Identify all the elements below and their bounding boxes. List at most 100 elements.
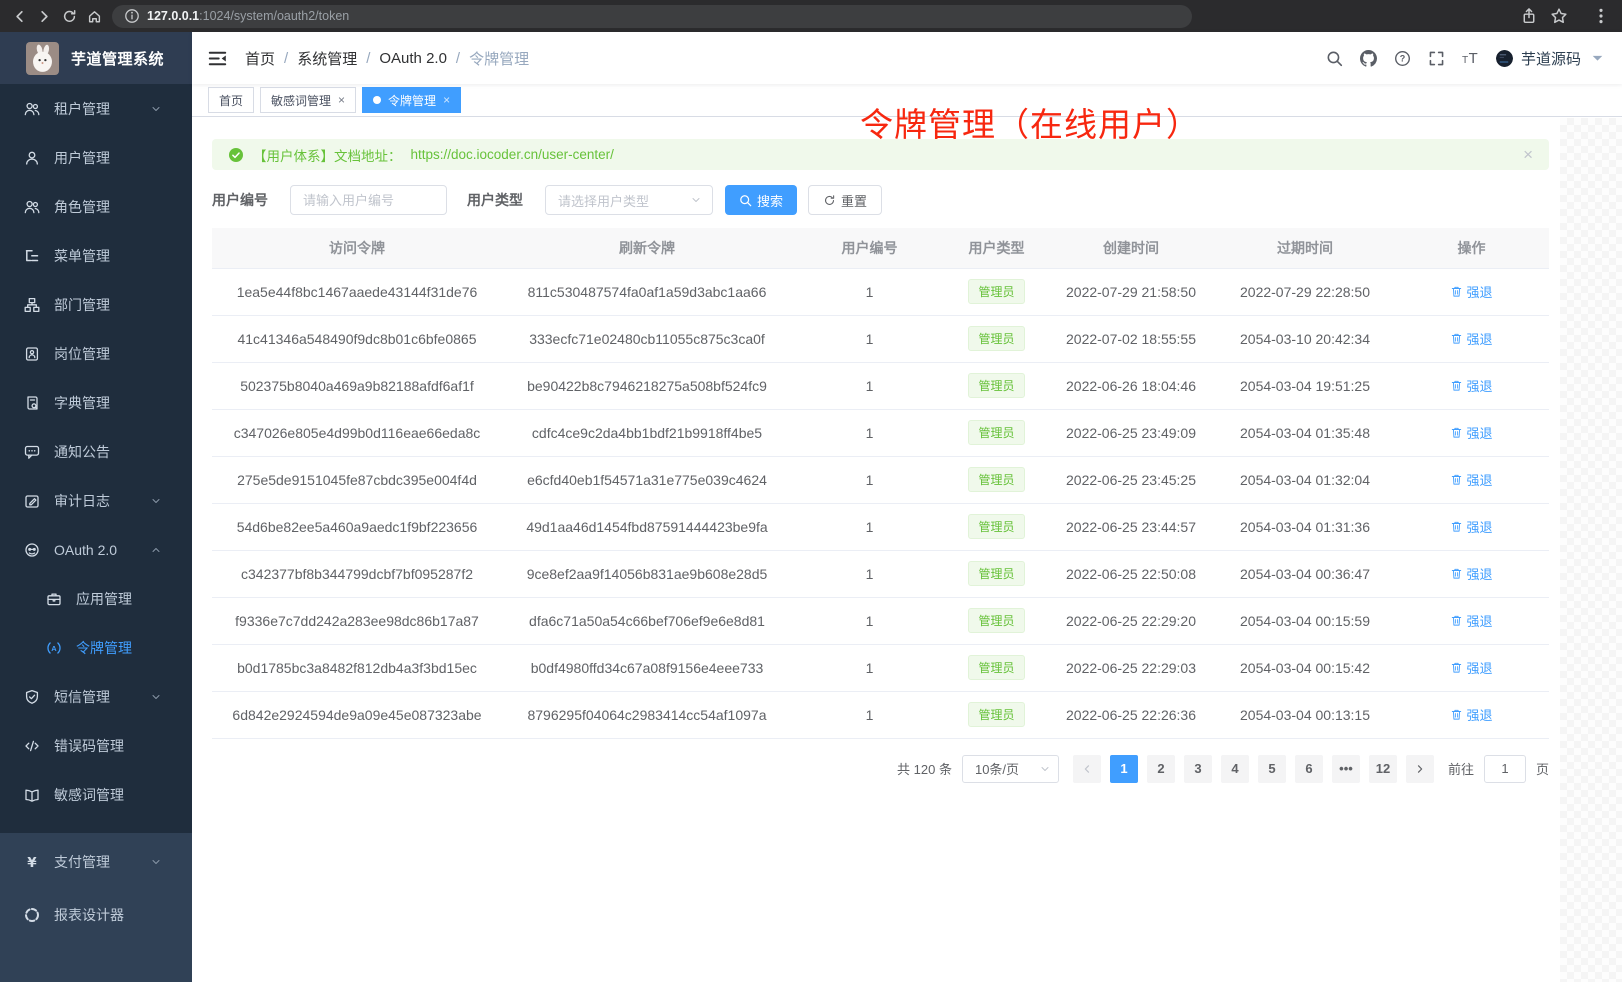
sidebar-item[interactable]: 字典管理 (0, 378, 192, 427)
prev-page-button[interactable] (1073, 755, 1101, 783)
total-count: 共 120 条 (897, 759, 952, 778)
user-type-badge: 管理员 (968, 608, 1024, 633)
access-token-cell: 1ea5e44f8bc1467aaede43144f31de76 (212, 268, 502, 315)
sidebar-item[interactable]: 租户管理 (0, 84, 192, 133)
more-pages-button[interactable]: ••• (1332, 755, 1360, 783)
home-icon[interactable] (87, 9, 102, 24)
browser-chrome: 127.0.0.1:1024/system/oauth2/token (0, 0, 1622, 32)
share-icon[interactable] (1520, 7, 1538, 25)
force-logout-button[interactable]: 强退 (1450, 376, 1492, 395)
sidebar-item[interactable]: ¥支付管理 (0, 835, 192, 888)
forward-icon[interactable] (37, 9, 52, 24)
breadcrumb-item[interactable]: 首页 (245, 48, 275, 69)
sidebar-item[interactable]: 部门管理 (0, 280, 192, 329)
user-type-select[interactable]: 请选择用户类型 (545, 185, 713, 215)
search-button[interactable]: 搜索 (725, 185, 797, 215)
app-logo[interactable]: 芋道管理系统 (0, 32, 192, 84)
sidebar-item[interactable]: 用户管理 (0, 133, 192, 182)
tab[interactable]: 首页 (208, 87, 254, 113)
robot-icon (24, 542, 40, 558)
github-icon[interactable] (1360, 50, 1377, 67)
table-row: 6d842e2924594de9a09e45e087323abe8796295f… (212, 691, 1549, 738)
sidebar-item[interactable]: OAuth 2.0 (0, 525, 192, 574)
font-size-icon[interactable]: TT (1462, 50, 1479, 67)
create-time-cell: 2022-07-29 21:58:50 (1046, 268, 1216, 315)
sidebar-item-label: 通知公告 (54, 442, 110, 462)
browser-menu-icon[interactable] (1592, 7, 1610, 25)
badge-icon (24, 346, 40, 362)
back-icon[interactable] (12, 9, 27, 24)
bookmark-star-icon[interactable] (1550, 7, 1568, 25)
expire-time-cell: 2054-03-04 00:15:59 (1216, 597, 1394, 644)
sidebar-item[interactable]: 通知公告 (0, 427, 192, 476)
sidebar-item-active[interactable]: A令牌管理 (0, 623, 192, 672)
address-bar[interactable]: 127.0.0.1:1024/system/oauth2/token (112, 5, 1192, 28)
sidebar-item[interactable]: 角色管理 (0, 182, 192, 231)
svg-text:T: T (1469, 51, 1478, 67)
page-button[interactable]: 4 (1221, 755, 1249, 783)
chevron-down-icon (1039, 763, 1051, 775)
chevron-down-icon (150, 103, 162, 115)
sidebar-item[interactable]: 报表设计器 (0, 888, 192, 941)
page-button[interactable]: 12 (1369, 755, 1397, 783)
sidebar-item[interactable]: 菜单管理 (0, 231, 192, 280)
search-icon[interactable] (1326, 50, 1343, 67)
next-page-button[interactable] (1406, 755, 1434, 783)
expire-time-cell: 2022-07-29 22:28:50 (1216, 268, 1394, 315)
sidebar-item[interactable]: 审计日志 (0, 476, 192, 525)
force-logout-button[interactable]: 强退 (1450, 282, 1492, 301)
alert-close-icon[interactable]: × (1523, 146, 1533, 163)
sidebar-item-label: 支付管理 (54, 852, 110, 872)
page-button[interactable]: 6 (1295, 755, 1323, 783)
trash-icon (1450, 520, 1463, 533)
sidebar-item[interactable]: 应用管理 (0, 574, 192, 623)
tab[interactable]: 敏感词管理× (260, 87, 356, 113)
force-logout-button[interactable]: 强退 (1450, 517, 1492, 536)
user-type-badge: 管理员 (968, 326, 1024, 351)
report-icon (24, 907, 40, 923)
refresh-token-cell: cdfc4ce9c2da4bb1bdf21b9918ff4be5 (502, 409, 792, 456)
create-time-cell: 2022-06-25 22:29:20 (1046, 597, 1216, 644)
sidebar-collapse-icon[interactable] (208, 49, 227, 68)
user-type-cell: 管理员 (947, 550, 1046, 597)
force-logout-button[interactable]: 强退 (1450, 564, 1492, 583)
sidebar-item[interactable]: 敏感词管理 (0, 770, 192, 819)
jump-page-input[interactable] (1484, 755, 1526, 783)
sidebar-item[interactable]: 岗位管理 (0, 329, 192, 378)
user-type-cell: 管理员 (947, 691, 1046, 738)
page-button[interactable]: 5 (1258, 755, 1286, 783)
user-menu[interactable]: 芋道源码 (1496, 48, 1606, 69)
tab-close-icon[interactable]: × (338, 94, 345, 106)
refresh-token-cell: b0df4980ffd34c67a08f9156e4eee733 (502, 644, 792, 691)
user-icon (24, 150, 40, 166)
breadcrumb-item[interactable]: OAuth 2.0 (379, 50, 447, 67)
force-logout-button[interactable]: 强退 (1450, 329, 1492, 348)
sidebar-item[interactable]: 错误码管理 (0, 721, 192, 770)
page-button-active[interactable]: 1 (1110, 755, 1138, 783)
reset-button[interactable]: 重置 (808, 185, 882, 215)
force-logout-button[interactable]: 强退 (1450, 705, 1492, 724)
user-id-label: 用户编号 (212, 190, 268, 210)
breadcrumb-item[interactable]: 系统管理 (297, 48, 357, 69)
site-info-icon[interactable] (124, 8, 140, 24)
user-id-cell: 1 (792, 456, 947, 503)
force-logout-button[interactable]: 强退 (1450, 658, 1492, 677)
force-logout-button[interactable]: 强退 (1450, 611, 1492, 630)
sidebar-item[interactable]: 短信管理 (0, 672, 192, 721)
tab-active[interactable]: 令牌管理× (362, 87, 461, 113)
sidebar-item-label: 部门管理 (54, 295, 110, 315)
sidebar-item-label: 字典管理 (54, 393, 110, 413)
force-logout-button[interactable]: 强退 (1450, 423, 1492, 442)
fullscreen-icon[interactable] (1428, 50, 1445, 67)
reload-icon[interactable] (62, 9, 77, 24)
tab-close-icon[interactable]: × (443, 94, 450, 106)
user-id-input[interactable] (290, 185, 447, 215)
force-logout-button[interactable]: 强退 (1450, 470, 1492, 489)
page-size-select[interactable]: 10条/页 (962, 755, 1059, 783)
expire-time-cell: 2054-03-04 00:36:47 (1216, 550, 1394, 597)
doc-link[interactable]: https://doc.iocoder.cn/user-center/ (411, 147, 614, 162)
page-button[interactable]: 3 (1184, 755, 1212, 783)
help-icon[interactable]: ? (1394, 50, 1411, 67)
page-button[interactable]: 2 (1147, 755, 1175, 783)
sidebar: 芋道管理系统 租户管理用户管理角色管理菜单管理部门管理岗位管理字典管理通知公告审… (0, 32, 192, 982)
